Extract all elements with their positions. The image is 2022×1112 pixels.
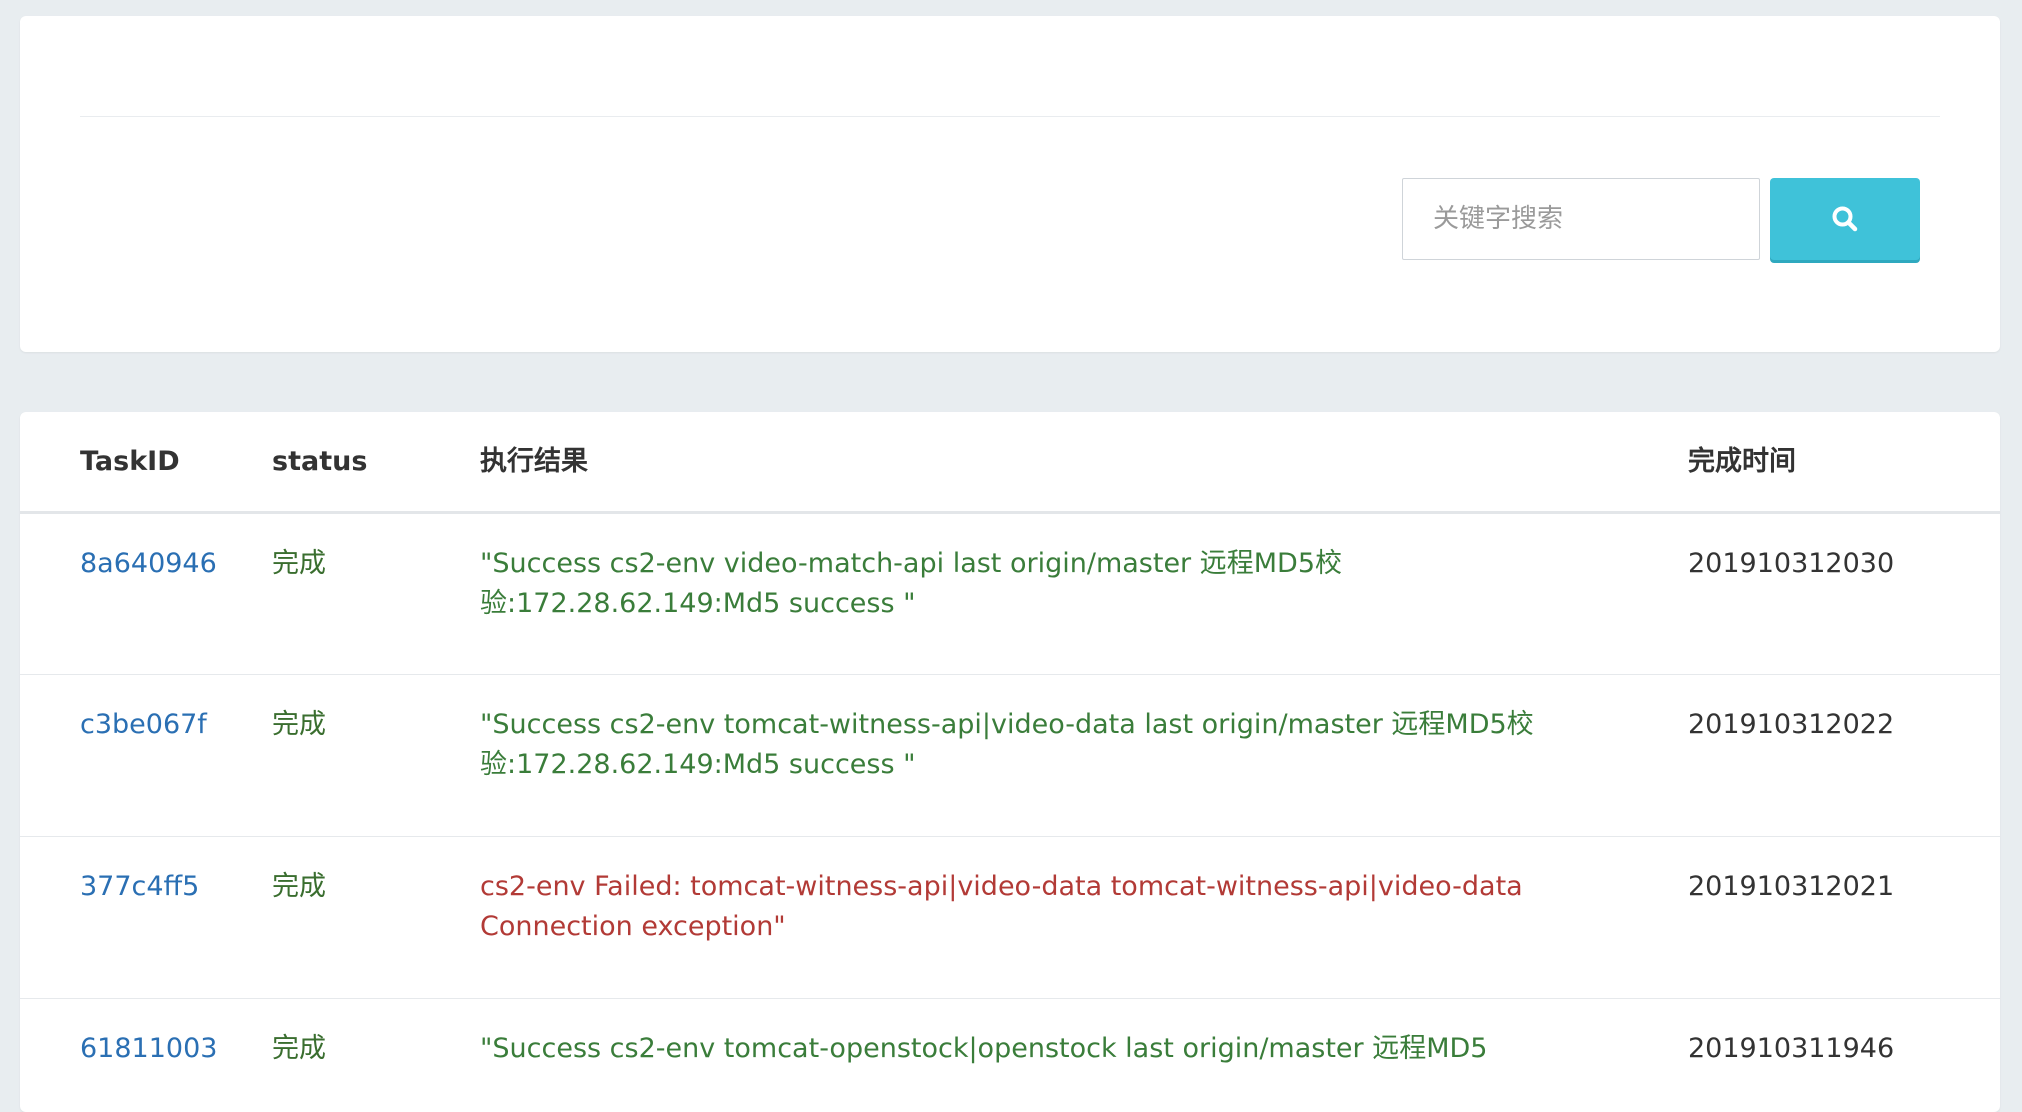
divider bbox=[80, 116, 1940, 117]
header-time: 完成时间 bbox=[1688, 412, 2000, 514]
table-row: 8a640946 完成 "Success cs2-env video-match… bbox=[20, 512, 2000, 675]
search-panel bbox=[20, 16, 2000, 352]
task-id-link[interactable]: 61811003 bbox=[80, 1033, 217, 1064]
finish-time: 201910312030 bbox=[1688, 547, 1895, 579]
header-status: status bbox=[272, 412, 480, 514]
task-id-link[interactable]: c3be067f bbox=[80, 709, 207, 740]
result-text: "Success cs2-env tomcat-witness-api|vide… bbox=[480, 708, 1534, 780]
search-input[interactable] bbox=[1402, 178, 1760, 260]
task-table: TaskID status 执行结果 完成时间 8a640946 完成 "Suc… bbox=[20, 412, 2000, 1112]
header-result: 执行结果 bbox=[480, 412, 1688, 514]
header-task-id: TaskID bbox=[20, 412, 272, 514]
table-row: 61811003 完成 "Success cs2-env tomcat-open… bbox=[20, 998, 2000, 1112]
result-text: cs2-env Failed: tomcat-witness-api|video… bbox=[480, 870, 1523, 942]
task-id-link[interactable]: 8a640946 bbox=[80, 548, 217, 579]
status-text: 完成 bbox=[272, 870, 326, 902]
task-id-link[interactable]: 377c4ff5 bbox=[80, 871, 199, 902]
finish-time: 201910312022 bbox=[1688, 708, 1895, 740]
result-text: "Success cs2-env tomcat-openstock|openst… bbox=[480, 1032, 1488, 1064]
table-row: c3be067f 完成 "Success cs2-env tomcat-witn… bbox=[20, 674, 2000, 837]
table-header-row: TaskID status 执行结果 完成时间 bbox=[20, 412, 2000, 514]
status-text: 完成 bbox=[272, 547, 326, 579]
status-text: 完成 bbox=[272, 708, 326, 740]
search-button[interactable] bbox=[1770, 178, 1920, 260]
status-text: 完成 bbox=[272, 1032, 326, 1064]
table-row: 377c4ff5 完成 cs2-env Failed: tomcat-witne… bbox=[20, 836, 2000, 999]
task-table-panel: TaskID status 执行结果 完成时间 8a640946 完成 "Suc… bbox=[20, 412, 2000, 1112]
finish-time: 201910312021 bbox=[1688, 870, 1895, 902]
finish-time: 201910311946 bbox=[1688, 1032, 1895, 1064]
search-icon bbox=[1832, 206, 1858, 232]
result-text: "Success cs2-env video-match-api last or… bbox=[480, 547, 1343, 619]
